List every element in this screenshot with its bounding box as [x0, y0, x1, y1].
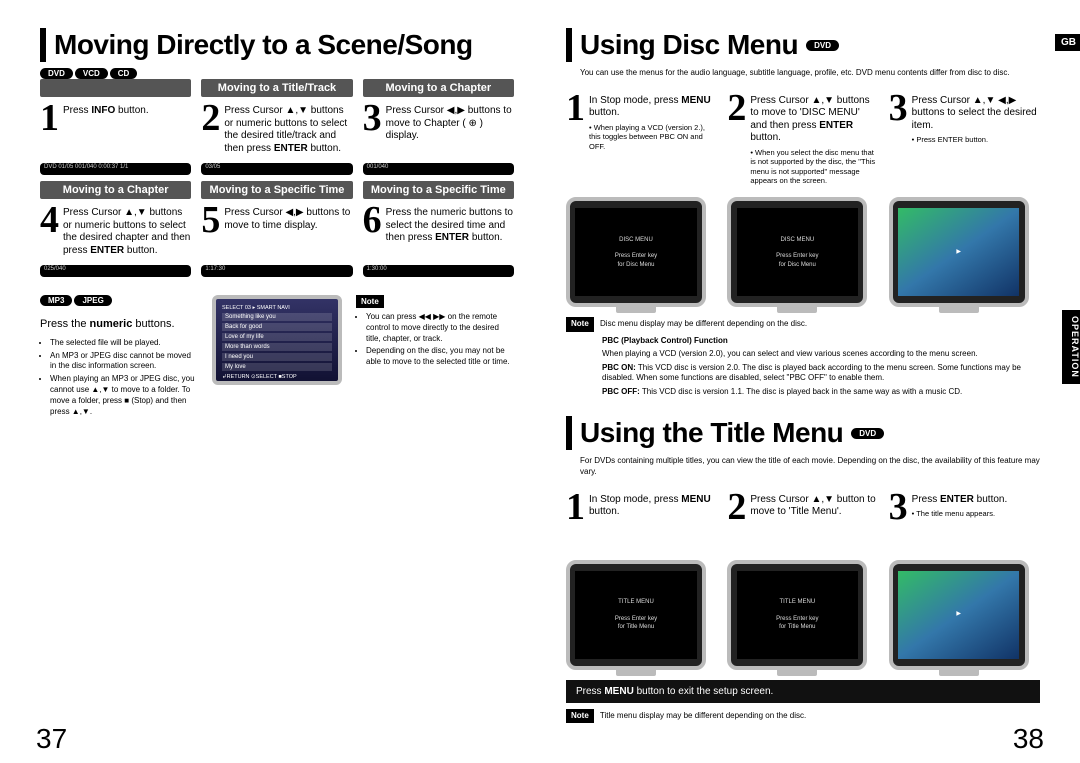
page-number: 38: [1013, 723, 1044, 755]
tv-disc-menu: DISC MENUPress Enter keyfor Disc Menu: [566, 197, 706, 307]
note-items: You can press ◀◀ ▶▶ on the remote contro…: [356, 312, 514, 368]
title-menu-title: Using the Title Menu: [580, 417, 843, 449]
page-38: GB OPERATION Using Disc Menu DVD You can…: [540, 0, 1080, 763]
pbc-intro: When playing a VCD (version 2.0), you ca…: [602, 349, 1040, 360]
disc-type-badges: DVDVCDCD: [40, 68, 514, 79]
page-number: 37: [36, 723, 67, 755]
title-steps: 1In Stop mode, press MENU button.2Press …: [566, 490, 1040, 548]
mp3-jpeg-badges: MP3JPEG: [40, 295, 198, 306]
heading-accent: [566, 416, 572, 450]
tv-title-menu: TITLE MENUPress Enter keyfor Title Menu: [566, 560, 706, 670]
numeric-notes: The selected file will be played.An MP3 …: [40, 338, 198, 418]
tv-playback-image: ▶: [889, 560, 1029, 670]
dvd-badge: DVD: [851, 428, 884, 439]
section-tab: OPERATION: [1062, 310, 1080, 384]
disc-menu-subtitle: You can use the menus for the audio lang…: [580, 68, 1040, 79]
title-note-text: Title menu display may be different depe…: [600, 711, 806, 720]
page-37: Moving Directly to a Scene/Song DVDVCDCD…: [0, 0, 540, 763]
disc-steps: 1In Stop mode, press MENU button.• When …: [566, 91, 1040, 186]
note-label: Note: [356, 295, 384, 308]
dvd-badge: DVD: [806, 40, 839, 51]
steps-row-2: Moving to a Chapter4Press Cursor ▲,▼ but…: [40, 181, 514, 277]
pbc-title: PBC (Playback Control) Function: [602, 336, 1040, 347]
pbc-on: PBC ON: This VCD disc is version 2.0. Th…: [602, 363, 1040, 385]
page-title: Moving Directly to a Scene/Song: [54, 29, 473, 61]
disc-note-text: Disc menu display may be different depen…: [600, 319, 807, 328]
pbc-off: PBC OFF: This VCD disc is version 1.1. T…: [602, 387, 1040, 398]
note-label: Note: [566, 317, 594, 332]
file-list-screen: SELECT 03 ▸ SMART NAVI Something like yo…: [212, 295, 342, 385]
exit-instruction: Press MENU button to exit the setup scre…: [566, 680, 1040, 703]
tv-disc-menu-2: DISC MENUPress Enter keyfor Disc Menu: [727, 197, 867, 307]
numeric-instruction: Press the numeric buttons.: [40, 314, 198, 332]
heading-row: Moving Directly to a Scene/Song: [40, 28, 514, 62]
heading-accent: [40, 28, 46, 62]
list-footer: ↲RETURN ⊙SELECT ■STOP: [222, 374, 332, 380]
title-menu-subtitle: For DVDs containing multiple titles, you…: [580, 456, 1040, 478]
tv-title-menu-2: TITLE MENUPress Enter keyfor Title Menu: [727, 560, 867, 670]
list-header: SELECT 03 ▸ SMART NAVI: [222, 305, 332, 311]
language-tab: GB: [1055, 34, 1080, 51]
tv-playback-image: ▶: [889, 197, 1029, 307]
note-label: Note: [566, 709, 594, 724]
disc-menu-title: Using Disc Menu: [580, 29, 798, 61]
heading-accent: [566, 28, 572, 62]
steps-row-1: 1Press INFO button.DVD 01/05 001/040 0:0…: [40, 79, 514, 175]
